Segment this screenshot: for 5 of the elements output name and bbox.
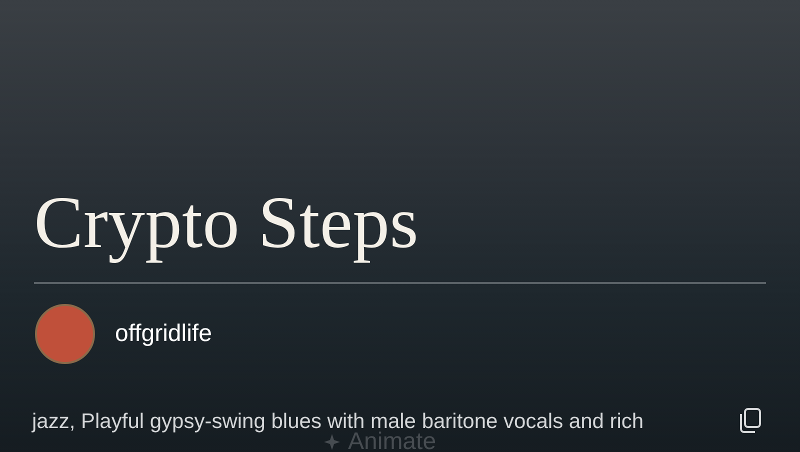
sparkle-icon	[324, 434, 340, 450]
artist-name[interactable]: offgridlife	[115, 316, 212, 352]
song-description: jazz, Playful gypsy-swing blues with male baritone vocals and rich	[32, 409, 644, 433]
copy-icon[interactable]	[738, 408, 762, 434]
song-title: Crypto Steps	[33, 181, 420, 266]
